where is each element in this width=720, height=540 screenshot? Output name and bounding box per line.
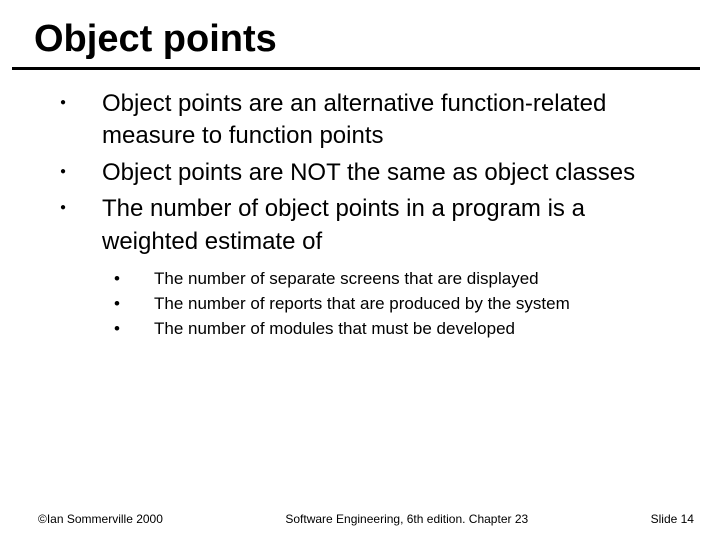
footer-right: Slide 14 <box>651 512 694 526</box>
footer-center: Software Engineering, 6th edition. Chapt… <box>285 512 528 526</box>
slide-content: Object points are an alternative functio… <box>0 70 720 341</box>
footer-left: ©Ian Sommerville 2000 <box>38 512 163 526</box>
sub-list-item: The number of separate screens that are … <box>110 268 686 291</box>
slide-footer: ©Ian Sommerville 2000 Software Engineeri… <box>0 512 720 526</box>
list-item: The number of object points in a program… <box>54 193 686 341</box>
list-item: Object points are an alternative functio… <box>54 88 686 153</box>
slide-title: Object points <box>34 18 720 61</box>
sub-list-item: The number of modules that must be devel… <box>110 318 686 341</box>
list-item-text: The number of object points in a program… <box>102 195 585 254</box>
list-item: Object points are NOT the same as object… <box>54 157 686 189</box>
sub-list-item: The number of reports that are produced … <box>110 293 686 316</box>
